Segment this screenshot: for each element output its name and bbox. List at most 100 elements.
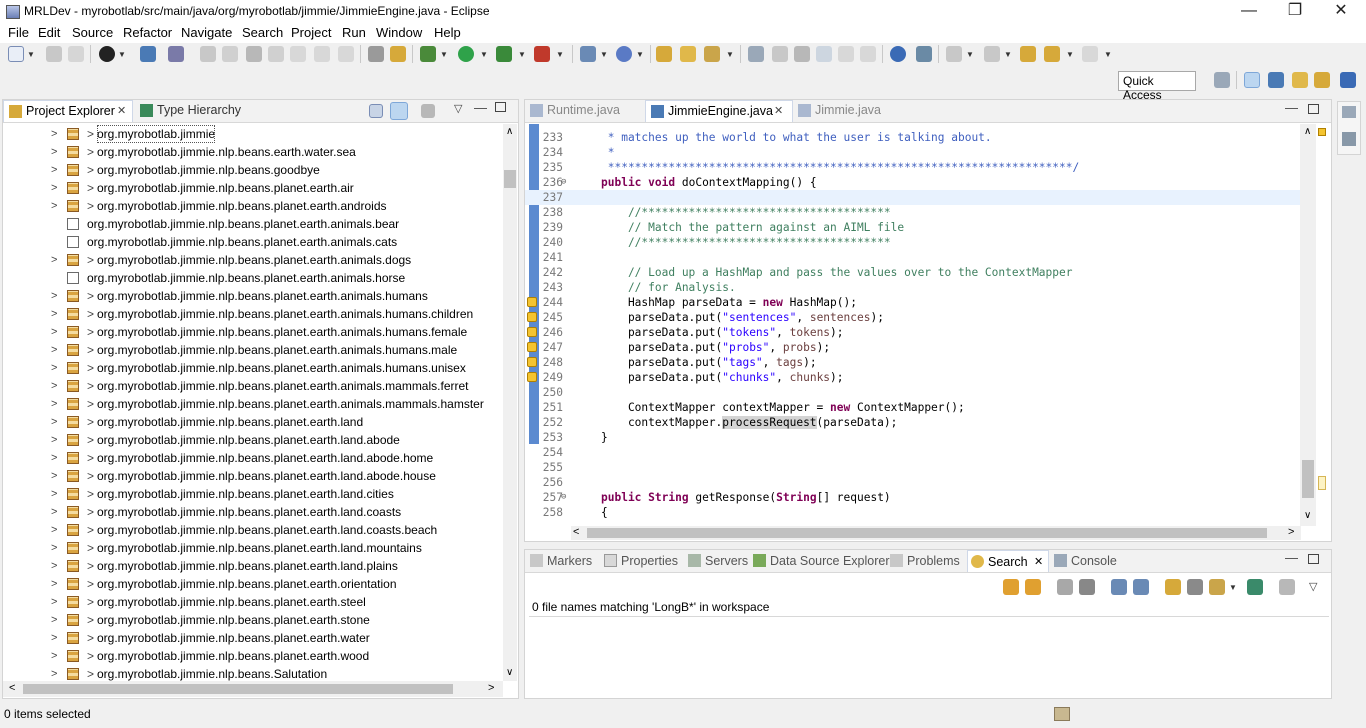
tree-item[interactable]: > > org.myrobotlab.jimmie.nlp.beans.planet…	[3, 575, 503, 593]
tab-runtime-java[interactable]: Runtime.java	[525, 100, 643, 122]
pin-view-icon[interactable]	[1247, 579, 1263, 595]
fold-collapse-icon[interactable]: ⊖	[561, 175, 566, 190]
maximize-view-icon[interactable]	[1308, 104, 1319, 114]
new-class-icon[interactable]	[616, 46, 632, 62]
scroll-thumb[interactable]	[23, 684, 453, 694]
open-task-icon[interactable]	[680, 46, 696, 62]
collapse-all-icon[interactable]	[369, 104, 383, 118]
explorer-horizontal-scrollbar[interactable]: < >	[3, 681, 503, 697]
code-line[interactable]: 258 {	[525, 505, 1300, 520]
close-icon[interactable]: ✕	[117, 101, 126, 122]
scroll-left-icon[interactable]: <	[9, 682, 15, 694]
tree-item[interactable]: > > org.myrobotlab.jimmie.nlp.beans.planet…	[3, 251, 503, 269]
link-with-editor-icon[interactable]	[390, 102, 408, 120]
menu-refactor[interactable]: Refactor	[123, 25, 172, 40]
code-line[interactable]: 248 parseData.put("tags", tags);	[525, 355, 1300, 370]
tree-item[interactable]: > > org.myrobotlab.jimmie.nlp.beans.planet…	[3, 305, 503, 323]
menu-project[interactable]: Project	[291, 25, 331, 40]
close-icon[interactable]: ✕	[774, 101, 783, 122]
paragraph-icon[interactable]	[860, 46, 876, 62]
tree-item[interactable]: > > org.myrobotlab.jimmie.nlp.beans.planet…	[3, 503, 503, 521]
run-current-search-again-icon[interactable]	[1165, 579, 1181, 595]
search-history-icon[interactable]	[1209, 579, 1225, 595]
tree-item[interactable]: > > org.myrobotlab.jimmie.nlp.beans.planet…	[3, 467, 503, 485]
code-line[interactable]: 241	[525, 250, 1300, 265]
tree-item[interactable]: > > org.myrobotlab.jimmie.nlp.beans.planet…	[3, 539, 503, 557]
word-wrap-icon[interactable]	[816, 46, 832, 62]
use-step-filters-icon[interactable]	[368, 46, 384, 62]
code-line[interactable]: 236 public void doContextMapping() {⊖	[525, 175, 1300, 190]
new-dropdown-icon[interactable]: ▼	[27, 50, 35, 59]
chevron-right-icon[interactable]: >	[51, 503, 57, 521]
run-coverage-icon[interactable]	[496, 46, 512, 62]
menu-window[interactable]: Window	[376, 25, 422, 40]
code-line[interactable]: 257 public String getResponse(String[] re…	[525, 490, 1300, 505]
previous-match-icon[interactable]	[1025, 579, 1041, 595]
code-line[interactable]: 255	[525, 460, 1300, 475]
forward-dropdown-icon[interactable]: ▼	[1104, 50, 1112, 59]
tree-item[interactable]: > > org.myrobotlab.jimmie.nlp.beans.planet…	[3, 359, 503, 377]
tab-properties[interactable]: Properties	[601, 550, 683, 572]
pin-editor-icon[interactable]	[916, 46, 932, 62]
new-java-project-icon[interactable]	[580, 46, 596, 62]
overview-warning-icon[interactable]	[1318, 128, 1326, 136]
code-line[interactable]: 250	[525, 385, 1300, 400]
chevron-right-icon[interactable]: >	[51, 323, 57, 341]
open-perspective-icon[interactable]	[1214, 72, 1230, 88]
tree-item[interactable]: > > org.myrobotlab.jimmie.nlp.beans.planet…	[3, 323, 503, 341]
filters-icon[interactable]	[1279, 579, 1295, 595]
quick-access-field[interactable]: Quick Access	[1118, 71, 1196, 102]
chevron-right-icon[interactable]: >	[51, 521, 57, 539]
tab-markers[interactable]: Markers	[527, 550, 599, 572]
chevron-right-icon[interactable]: >	[51, 179, 57, 197]
new-java-project-dropdown-icon[interactable]: ▼	[600, 50, 608, 59]
tab-jimmieengine-java[interactable]: JimmieEngine.java ✕	[645, 100, 793, 122]
external-tools-dropdown-icon[interactable]: ▼	[556, 50, 564, 59]
tree-item[interactable]: > > org.myrobotlab.jimmie.nlp.beans.planet…	[3, 485, 503, 503]
code-line[interactable]: 242 // Load up a HashMap and pass the va…	[525, 265, 1300, 280]
tab-jimmie-java[interactable]: Jimmie.java	[793, 100, 893, 122]
chevron-right-icon[interactable]: >	[51, 431, 57, 449]
chevron-right-icon[interactable]: >	[51, 341, 57, 359]
tree-item[interactable]: > > org.myrobotlab.jimmie.nlp.beans.planet…	[3, 179, 503, 197]
menu-source[interactable]: Source	[72, 25, 113, 40]
terminal-icon[interactable]	[140, 46, 156, 62]
scroll-up-icon[interactable]: ∧	[1304, 126, 1311, 137]
debug-perspective-icon[interactable]	[1314, 72, 1330, 88]
code-editor[interactable]: 233 * matches up the world to what the u…	[525, 124, 1300, 526]
code-line[interactable]: 240 //**********************************…	[525, 235, 1300, 250]
step-over-icon[interactable]	[314, 46, 330, 62]
search-toolbar-icon[interactable]	[704, 46, 720, 62]
open-type-icon[interactable]	[656, 46, 672, 62]
warning-icon[interactable]	[527, 342, 537, 352]
save-all-icon[interactable]	[68, 46, 84, 62]
chevron-right-icon[interactable]: >	[51, 575, 57, 593]
chevron-right-icon[interactable]: >	[51, 593, 57, 611]
minimize-view-icon[interactable]: —	[474, 100, 487, 115]
code-line[interactable]: 234 *	[525, 145, 1300, 160]
warning-icon[interactable]	[527, 297, 537, 307]
menu-file[interactable]: File	[8, 25, 29, 40]
code-line[interactable]: 256	[525, 475, 1300, 490]
tree-item[interactable]: > > org.myrobotlab.jimmie.nlp.beans.planet…	[3, 557, 503, 575]
tab-problems[interactable]: Problems	[887, 550, 963, 572]
tree-item[interactable]: > > org.myrobotlab.jimmie.nlp.beans.planet…	[3, 341, 503, 359]
chevron-right-icon[interactable]: >	[51, 251, 57, 269]
tab-type-hierarchy[interactable]: Type Hierarchy	[135, 100, 265, 122]
coverage-icon[interactable]	[390, 46, 406, 62]
tree-item[interactable]: > > org.myrobotlab.jimmie.nlp.beans.goodby…	[3, 161, 503, 179]
code-line[interactable]: 235 ************************************…	[525, 160, 1300, 175]
minimize-button[interactable]: —	[1226, 0, 1272, 24]
chevron-right-icon[interactable]: >	[51, 197, 57, 215]
overview-occurrence-marker[interactable]	[1318, 476, 1326, 490]
menu-help[interactable]: Help	[434, 25, 461, 40]
toggle-block-selection-icon[interactable]	[772, 46, 788, 62]
scroll-right-icon[interactable]: >	[488, 682, 494, 694]
scroll-thumb[interactable]	[504, 170, 516, 188]
fold-collapse-icon[interactable]: ⊖	[561, 490, 566, 505]
resume-icon[interactable]	[200, 46, 216, 62]
editor-horizontal-scrollbar[interactable]: < >	[571, 526, 1301, 540]
tree-item[interactable]: > > org.myrobotlab.jimmie.nlp.beans.earth.…	[3, 143, 503, 161]
python-perspective-icon[interactable]	[1340, 72, 1356, 88]
minimize-view-icon[interactable]: —	[1285, 550, 1298, 565]
